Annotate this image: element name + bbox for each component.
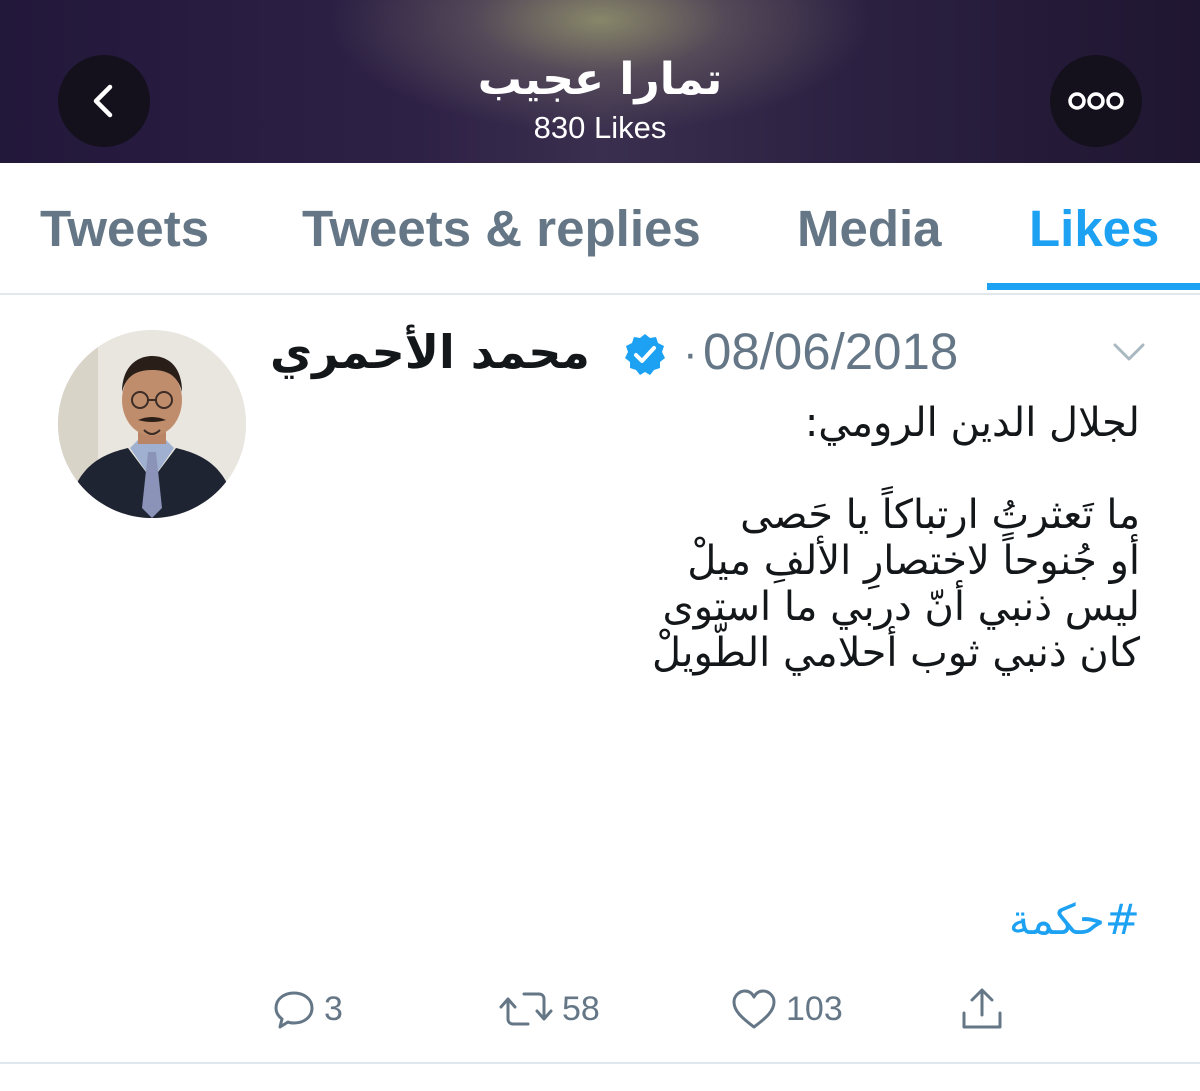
hashtag-link[interactable]: #حكمة — [900, 892, 1140, 948]
profile-tabs: Tweets Tweets & replies Media Likes — [0, 163, 1200, 295]
tweet-divider — [0, 1062, 1200, 1064]
chevron-down-icon[interactable] — [1112, 340, 1146, 364]
like-button[interactable]: 103 — [730, 985, 843, 1033]
profile-name: تمارا عجيب — [477, 54, 723, 105]
tweet-date[interactable]: 08/06/2018 — [703, 322, 958, 382]
tab-likes[interactable]: Likes — [1029, 199, 1159, 259]
back-button[interactable] — [58, 55, 150, 147]
share-icon — [962, 988, 1002, 1029]
like-count: 103 — [786, 990, 843, 1028]
tweet-line: كان ذنبي ثوب أحلامي الطّويلْ — [652, 630, 1140, 676]
verified-badge-icon — [625, 334, 665, 375]
retweet-icon — [499, 992, 553, 1026]
active-tab-indicator — [987, 283, 1200, 290]
heart-icon — [732, 989, 776, 1029]
tab-tweets[interactable]: Tweets — [40, 199, 209, 259]
ellipsis-icon — [1068, 92, 1124, 110]
avatar[interactable] — [58, 330, 246, 518]
profile-header: تمارا عجيب 830 Likes — [0, 0, 1200, 163]
reply-count: 3 — [324, 990, 343, 1028]
tab-tweets-replies[interactable]: Tweets & replies — [302, 199, 701, 259]
author-name[interactable]: محمد الأحمري — [270, 322, 590, 382]
tweet-line: ليس ذنبي أنّ دربي ما استوى — [662, 584, 1140, 630]
retweet-button[interactable]: 58 — [498, 985, 600, 1033]
tweet-line: لجلال الدين الرومي: — [804, 400, 1140, 446]
reply-icon — [274, 991, 314, 1029]
likes-count: 830 Likes — [533, 110, 667, 145]
meta-separator: · — [683, 329, 698, 378]
tweet-line: أو جُنوحاً لاختصارِ الألفِ ميلْ — [687, 538, 1140, 584]
tweet-line: ما تَعثرتُ ارتباكاً يا حَصى — [740, 492, 1140, 538]
avatar-photo — [58, 330, 246, 518]
tab-media[interactable]: Media — [797, 199, 942, 259]
more-button[interactable] — [1050, 55, 1142, 147]
share-button[interactable] — [958, 985, 1006, 1033]
retweet-count: 58 — [562, 990, 600, 1028]
reply-button[interactable]: 3 — [272, 985, 343, 1033]
tweet-text: لجلال الدين الرومي: ما تَعثرتُ ارتباكاً … — [470, 400, 1140, 676]
chevron-left-icon — [93, 84, 113, 118]
